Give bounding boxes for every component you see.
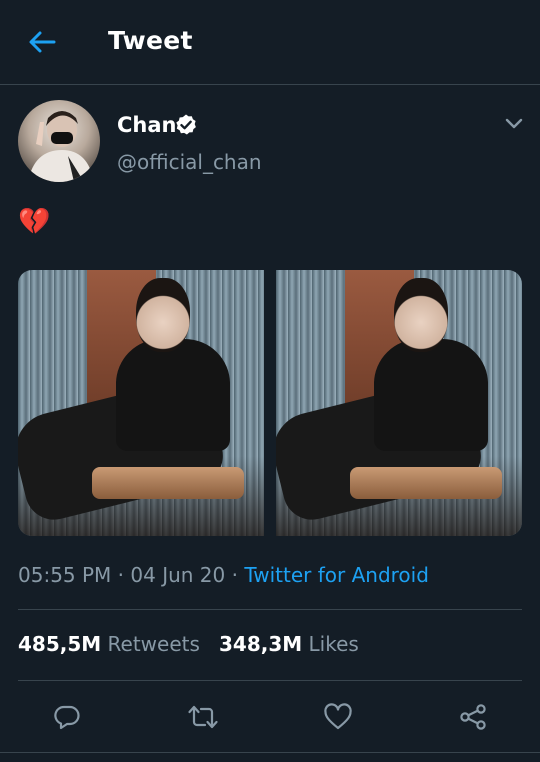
header-bar: Tweet [0, 0, 540, 85]
tweet-photo-1[interactable] [18, 270, 264, 536]
likes-stat[interactable]: 348,3M Likes [219, 632, 359, 656]
like-icon [324, 703, 352, 730]
media-grid [18, 270, 522, 536]
reply-icon [54, 705, 80, 730]
retweets-stat[interactable]: 485,5M Retweets [18, 632, 206, 656]
retweet-button[interactable] [186, 700, 220, 734]
share-icon [460, 704, 486, 730]
reply-button[interactable] [50, 700, 84, 734]
page-title: Tweet [108, 26, 193, 55]
likes-count: 348,3M [218, 632, 303, 656]
tweet-photo-2[interactable] [276, 270, 522, 536]
tweet-source-link[interactable]: Twitter for Android [244, 563, 429, 587]
back-button[interactable] [22, 26, 62, 58]
author-handle[interactable]: @official_chan [117, 150, 262, 174]
arrow-left-icon [29, 31, 56, 53]
share-button[interactable] [456, 700, 490, 734]
author-name[interactable]: Chan [117, 113, 176, 137]
tweet-stats: 485,5M Retweets 348,3M Likes [18, 632, 359, 656]
verified-badge-icon [176, 114, 196, 135]
divider [18, 680, 522, 681]
tweet-meta: 05:55 PM · 04 Jun 20 · Twitter for Andro… [18, 563, 429, 587]
meta-separator: · [231, 563, 238, 587]
retweets-count: 485,5M [18, 632, 102, 656]
tweet-time: 05:55 PM [18, 563, 112, 587]
retweet-icon [188, 705, 218, 729]
chevron-down-icon [505, 118, 523, 129]
divider [18, 609, 522, 610]
meta-separator: · [117, 563, 125, 587]
tweet-text: 💔 [18, 207, 51, 237]
tweet-date: 04 Jun 20 [130, 563, 226, 587]
like-button[interactable] [321, 700, 355, 734]
divider [0, 752, 540, 753]
avatar[interactable] [18, 100, 100, 182]
more-options-button[interactable] [500, 112, 528, 136]
retweets-label: Retweets [107, 632, 200, 656]
action-bar [0, 700, 540, 734]
likes-label: Likes [308, 632, 359, 656]
avatar-image [28, 111, 94, 182]
